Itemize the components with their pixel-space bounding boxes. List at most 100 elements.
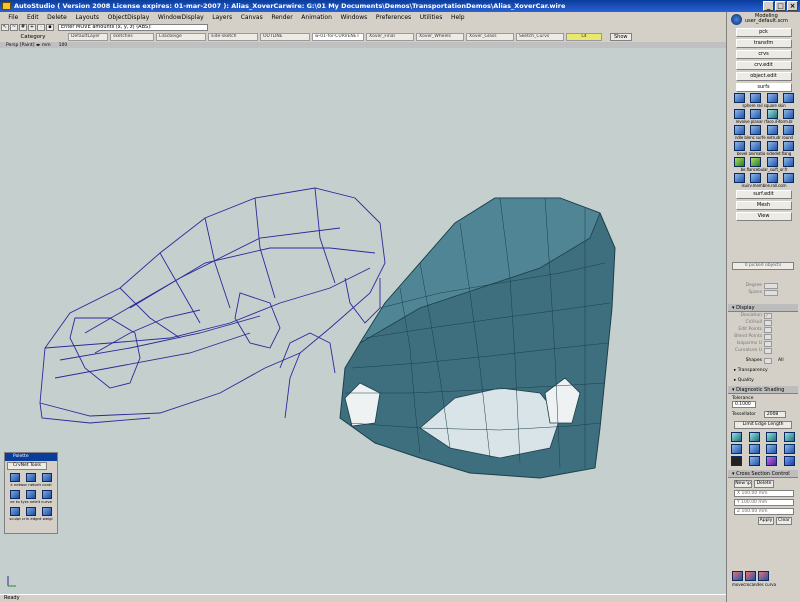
view-button[interactable]: View (735, 212, 792, 221)
crvnet-tools-tab[interactable]: CrvNet Tools (7, 462, 47, 470)
layer-tab[interactable]: OUTLINE (260, 33, 310, 41)
menu-windowdisplay[interactable]: WindowDisplay (154, 14, 208, 21)
shading-mode-icon[interactable] (731, 444, 743, 454)
layer-tab-active[interactable]: w-01-for-CURVENET (312, 33, 364, 41)
network-edit-icon[interactable] (26, 473, 36, 482)
limit-edge-length-button[interactable]: Limit Edge Length (734, 421, 792, 429)
transform-button[interactable]: transfm (735, 39, 792, 48)
membrane-icon[interactable] (750, 173, 762, 183)
offset-icon[interactable] (783, 157, 795, 167)
curvature-checkbox[interactable] (764, 347, 772, 354)
layer-tab[interactable]: Xover_Final (366, 33, 414, 41)
round-icon[interactable] (783, 125, 795, 135)
apply-button[interactable]: Apply (758, 517, 774, 525)
planar-icon[interactable] (750, 109, 762, 119)
sphere-icon[interactable] (733, 93, 745, 103)
layer-tab[interactable]: DefaultLayer (68, 33, 108, 41)
layer-tab[interactable]: sketches (110, 33, 154, 41)
menu-layers[interactable]: Layers (208, 14, 236, 21)
menu-objectdisplay[interactable]: ObjectDisplay (103, 14, 153, 21)
shapes-checkbox[interactable] (764, 357, 772, 364)
transparency-toggle[interactable]: ▸ Transparency (728, 368, 768, 373)
curve-icon[interactable] (42, 490, 52, 499)
corner-icon[interactable] (783, 173, 795, 183)
menu-delete[interactable]: Delete (43, 14, 71, 21)
netrit-icon[interactable] (26, 490, 36, 499)
curve-network-icon[interactable] (733, 173, 745, 183)
shapes-value[interactable]: All (778, 358, 784, 363)
sculpt-icon[interactable] (10, 507, 20, 516)
curve-edit-button[interactable]: crv.edit (735, 61, 792, 70)
edit-points-checkbox[interactable] (764, 326, 772, 333)
tube-flange-icon[interactable] (733, 157, 745, 167)
layer-tab[interactable]: Xover_Wheels (416, 33, 464, 41)
shading-mode-icon[interactable] (766, 456, 778, 466)
shading-mode-icon[interactable] (748, 432, 760, 442)
curve-icon[interactable]: ~ (10, 24, 18, 31)
network-icon[interactable] (10, 473, 20, 482)
view-label[interactable]: Persp [Paint] ◂▸ mm (6, 43, 51, 48)
move-cv-icon[interactable] (732, 571, 743, 581)
x-value-field[interactable]: X 100.00 mm (734, 490, 794, 497)
layer-tab[interactable]: side-sketch (208, 33, 258, 41)
pick-button[interactable]: pck (735, 28, 792, 37)
freeform-blend-icon[interactable] (783, 109, 795, 119)
bevel-icon[interactable] (733, 141, 745, 151)
layer-tab[interactable]: Xover_Glass (466, 33, 514, 41)
mesh-button[interactable]: Mesh (735, 201, 792, 210)
edge-icon[interactable] (26, 507, 36, 516)
spans-field[interactable] (764, 289, 778, 296)
extrude-icon[interactable] (766, 125, 778, 135)
menu-preferences[interactable]: Preferences (372, 14, 416, 21)
command-prompt-input[interactable]: Enter MOVE amounts (x, y, z) (ABS): (58, 24, 208, 31)
curve-icon[interactable] (758, 571, 769, 581)
menu-canvas[interactable]: Canvas (236, 14, 267, 21)
arrow-icon[interactable]: ↖ (1, 24, 9, 31)
shading-mode-icon[interactable] (731, 456, 743, 466)
menu-animation[interactable]: Animation (297, 14, 336, 21)
close-button[interactable]: × (787, 1, 798, 11)
curve-to-network-icon[interactable] (10, 490, 20, 499)
scene-canvas[interactable] (0, 48, 726, 594)
menu-file[interactable]: File (4, 14, 23, 21)
z-value-field[interactable]: Z 100.00 mm (734, 508, 794, 515)
tubular-icon[interactable] (750, 157, 762, 167)
curves-button[interactable]: crvs (735, 50, 792, 59)
surface-fillet-icon[interactable] (766, 109, 778, 119)
display-header[interactable]: ▾ Display (728, 304, 798, 312)
lock-icon[interactable]: ▪ (46, 24, 54, 31)
cv-hull-checkbox[interactable] (764, 319, 772, 326)
delete-button[interactable]: Delete (754, 480, 774, 488)
degree-field[interactable] (764, 282, 778, 289)
shading-mode-icon[interactable] (748, 456, 760, 466)
layer-tab[interactable]: Lilacbeige (156, 33, 206, 41)
menu-help[interactable]: Help (447, 14, 469, 21)
multi-surface-icon[interactable] (766, 157, 778, 167)
menu-utilities[interactable]: Utilities (415, 14, 446, 21)
diagnostic-shading-header[interactable]: ▾ Diagnostic Shading (728, 386, 798, 394)
rail-icon[interactable] (750, 93, 762, 103)
grid-icon[interactable]: # (19, 24, 27, 31)
palette-title[interactable]: Palette (5, 453, 57, 461)
continuity-icon[interactable] (42, 473, 52, 482)
shading-mode-icon[interactable] (783, 444, 795, 454)
object-edit-button[interactable]: object.edit (735, 72, 792, 81)
tessellator-field[interactable]: 2008 (763, 411, 786, 418)
perspective-viewport[interactable] (0, 48, 726, 594)
show-button[interactable]: Show (610, 33, 632, 41)
category-label[interactable]: Category (0, 34, 66, 40)
menu-render[interactable]: Render (267, 14, 297, 21)
shading-mode-icon[interactable] (748, 444, 760, 454)
layer-number[interactable]: L4 (566, 33, 602, 41)
skin-icon[interactable] (783, 93, 795, 103)
surface-blend-icon[interactable] (750, 125, 762, 135)
flange-icon[interactable] (783, 141, 795, 151)
minimize-button[interactable]: _ (763, 1, 774, 11)
side-detail-icon[interactable] (766, 141, 778, 151)
snap-icon[interactable]: + (28, 24, 36, 31)
menu-layouts[interactable]: Layouts (71, 14, 103, 21)
shading-mode-icon[interactable] (766, 444, 778, 454)
layer-tab[interactable]: Sketch_Curvs (516, 33, 564, 41)
menu-edit[interactable]: Edit (23, 14, 43, 21)
picked-objects-field[interactable]: 0 picked objects (732, 262, 794, 270)
